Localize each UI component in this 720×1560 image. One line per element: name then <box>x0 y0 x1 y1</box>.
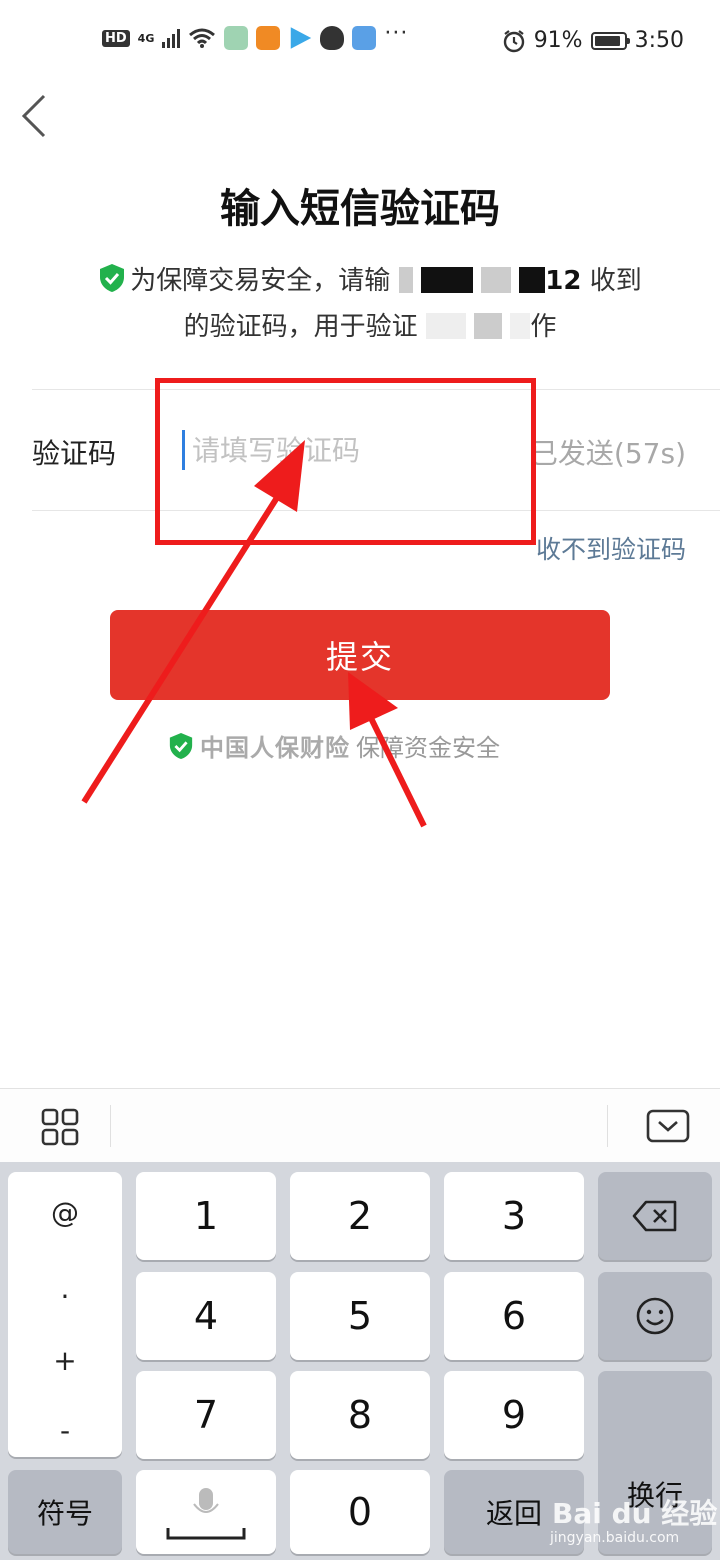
baidu-watermark-url: jingyan.baidu.com <box>550 1530 680 1546</box>
status-right: 91% 3:50 <box>502 28 684 53</box>
notice-text-3: 的验证码，用于验证 <box>183 312 418 342</box>
redaction-block <box>420 267 473 293</box>
status-left: HD 4G ··· <box>102 21 408 50</box>
shield-check-icon <box>100 264 125 292</box>
page-title: 输入短信验证码 <box>220 186 500 232</box>
battery-icon <box>590 31 630 50</box>
key-6[interactable]: 6 <box>444 1272 584 1360</box>
delete-key[interactable] <box>598 1172 712 1260</box>
security-notice: 为保障交易安全，请输 12 收到 的验证码，用于验证 作 <box>60 258 680 350</box>
symbol-column: @ . + - <box>8 1172 122 1457</box>
submit-button[interactable]: 提交 <box>110 610 610 700</box>
wifi-icon <box>189 28 216 48</box>
toolbar-divider <box>607 1105 608 1147</box>
key-9[interactable]: 9 <box>444 1371 584 1459</box>
redaction-block <box>510 313 531 339</box>
insurance-notice: 中国人保财险 保障资金安全 <box>168 728 500 763</box>
annotation-highlight-box <box>155 378 536 545</box>
symbol-key-minus[interactable]: - <box>8 1414 122 1447</box>
key-7[interactable]: 7 <box>136 1371 276 1459</box>
back-chevron-icon[interactable] <box>18 92 58 140</box>
key-5[interactable]: 5 <box>290 1272 430 1360</box>
notice-text-2: 收到 <box>589 266 642 296</box>
redaction-block <box>398 267 413 293</box>
hide-keyboard-icon[interactable] <box>646 1109 690 1143</box>
redaction-block <box>481 267 512 293</box>
key-8[interactable]: 8 <box>290 1371 430 1459</box>
back-key-label: 返回 <box>485 1497 542 1530</box>
battery-percent: 91% <box>533 28 583 53</box>
app-icon-video <box>290 27 312 49</box>
app-icon-uc <box>256 26 281 50</box>
keyboard-toolbar <box>0 1088 720 1162</box>
network-type: 4G <box>137 31 155 45</box>
insurer-brand: 中国人保财险 <box>200 734 350 762</box>
signal-icon <box>162 28 181 48</box>
symbols-key[interactable]: 符号 <box>8 1470 122 1554</box>
key-2[interactable]: 2 <box>290 1172 430 1260</box>
resend-countdown: 已发送(57s) <box>529 437 686 470</box>
symbol-key-dot[interactable]: . <box>8 1272 122 1305</box>
symbols-key-label: 符号 <box>36 1497 93 1530</box>
voice-key[interactable] <box>136 1470 276 1554</box>
notice-text-4: 作 <box>530 312 557 342</box>
qq-icon <box>320 26 345 50</box>
redaction-block <box>519 267 546 293</box>
key-0[interactable]: 0 <box>290 1470 430 1554</box>
not-received-link[interactable]: 收不到验证码 <box>536 530 686 566</box>
key-1[interactable]: 1 <box>136 1172 276 1260</box>
notice-text-1: 为保障交易安全，请输 <box>130 266 391 296</box>
insurance-text: 保障资金安全 <box>356 734 500 762</box>
keyboard-menu-grid-icon[interactable] <box>40 1107 80 1147</box>
more-notifications-icon: ··· <box>384 20 409 46</box>
key-3[interactable]: 3 <box>444 1172 584 1260</box>
backspace-icon <box>632 1200 677 1232</box>
app-icon-green <box>224 26 249 50</box>
alarm-icon <box>503 29 524 52</box>
symbol-key-at[interactable]: @ <box>8 1196 122 1229</box>
redaction-block <box>425 313 466 339</box>
toolbar-divider <box>110 1105 111 1147</box>
symbol-key-plus[interactable]: + <box>8 1344 122 1377</box>
shield-check-icon <box>169 732 193 759</box>
hd-badge: HD <box>102 29 130 47</box>
redaction-block <box>474 313 503 339</box>
baidu-watermark: Bai du 经验 <box>552 1497 718 1530</box>
app-icon-compass <box>352 26 377 50</box>
phone-tail: 12 <box>545 266 582 296</box>
code-label: 验证码 <box>32 437 117 470</box>
emoji-smile-icon <box>636 1297 674 1335</box>
key-4[interactable]: 4 <box>136 1272 276 1360</box>
microphone-icon <box>166 1488 246 1540</box>
emoji-key[interactable] <box>598 1272 712 1360</box>
status-bar: HD 4G ··· 91% 3:50 <box>0 0 720 84</box>
clock: 3:50 <box>634 28 684 53</box>
